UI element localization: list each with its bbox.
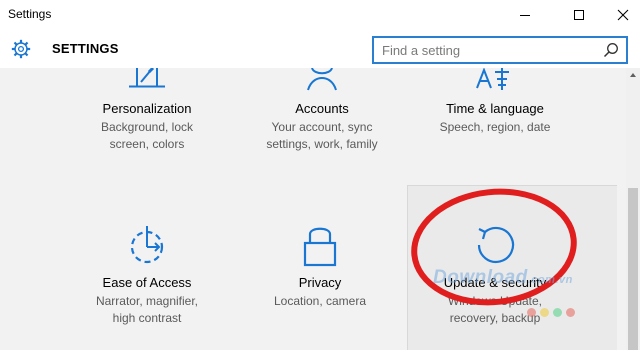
tile-description: Location, camera	[273, 294, 367, 308]
tile-description: Your account, sync	[271, 120, 373, 134]
tile-description: Background, lock	[100, 120, 194, 134]
tile-name: Personalization	[102, 101, 192, 116]
tile-time-language[interactable]: Time & language Speech, region, date	[410, 68, 580, 168]
watermark-text: Download	[433, 267, 528, 288]
time-language-icon	[476, 68, 509, 90]
watermark-dot	[527, 308, 536, 317]
watermark-dot	[553, 308, 562, 317]
tile-personalization[interactable]: Personalization Background, lock screen,…	[62, 68, 232, 168]
tile-description: Narrator, magnifier,	[95, 294, 199, 308]
vertical-scrollbar[interactable]	[626, 68, 640, 350]
minimize-icon	[520, 15, 530, 16]
watermark-suffix: .com.vn	[527, 274, 573, 286]
search-input[interactable]	[374, 38, 594, 62]
personalization-icon	[129, 68, 165, 88]
tile-description: Speech, region, date	[439, 120, 551, 134]
watermark-dot	[566, 308, 575, 317]
window-titlebar: Settings	[0, 0, 640, 30]
scroll-up-arrow-icon[interactable]	[629, 71, 637, 79]
tile-description: screen, colors	[109, 137, 185, 151]
accounts-icon	[307, 68, 337, 91]
tile-description: settings, work, family	[266, 137, 378, 151]
watermark: Download.com.vn	[433, 267, 573, 289]
tile-description: high contrast	[112, 311, 182, 325]
page-title: SETTINGS	[52, 41, 119, 56]
privacy-lock-icon	[303, 227, 337, 267]
tile-ease-of-access[interactable]: Ease of Access Narrator, magnifier, high…	[62, 223, 232, 333]
window-title: Settings	[8, 7, 52, 21]
gear-icon[interactable]	[10, 38, 32, 60]
tile-privacy[interactable]: Privacy Location, camera	[235, 223, 405, 333]
tile-name: Privacy	[298, 275, 342, 290]
maximize-icon	[574, 10, 584, 20]
tile-accounts[interactable]: Accounts Your account, sync settings, wo…	[237, 68, 407, 168]
close-icon	[617, 9, 629, 21]
maximize-button[interactable]	[556, 0, 602, 30]
watermark-dots	[527, 304, 579, 322]
tile-name: Ease of Access	[102, 275, 192, 290]
search-icon[interactable]	[603, 42, 619, 58]
minimize-button[interactable]	[502, 0, 548, 30]
watermark-dot	[540, 308, 549, 317]
search-box[interactable]	[372, 36, 628, 64]
ease-of-access-icon	[130, 226, 164, 264]
tile-name: Accounts	[295, 101, 349, 116]
tile-name: Time & language	[446, 101, 544, 116]
scrollbar-thumb[interactable]	[628, 188, 638, 350]
close-button[interactable]	[600, 0, 640, 30]
